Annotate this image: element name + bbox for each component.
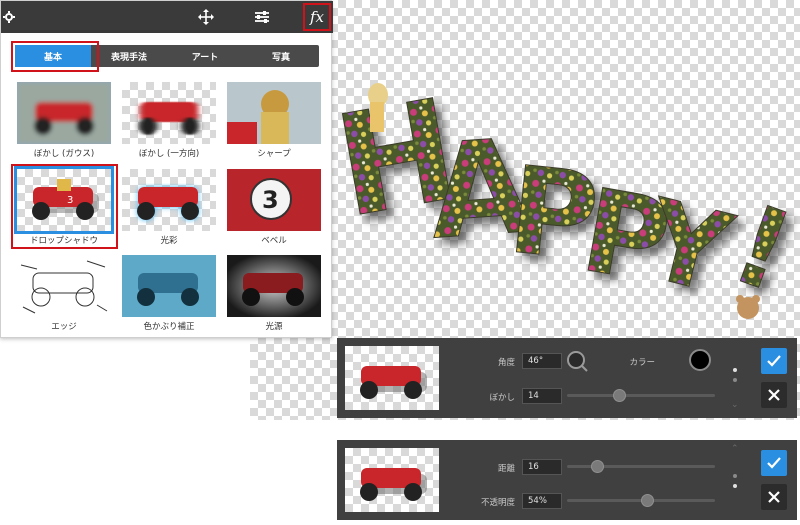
cancel-button[interactable] [761,484,787,510]
effects-panel: fx 基本 表現手法 アート 写真 ぼかし (ガウス) ぼかし (一方向) シャ… [0,0,333,338]
drop-shadow-preview [345,448,439,512]
tab-highlight-frame [11,41,99,72]
effect-thumb-sharpen[interactable] [227,82,321,144]
confirm-button[interactable] [761,348,787,374]
chevron-down-icon[interactable]: ⌄ [731,400,739,410]
chevron-up-icon[interactable]: ⌃ [731,444,739,454]
angle-dial-icon[interactable] [565,349,589,376]
effect-thumb-color-cast[interactable] [122,255,216,317]
move-icon[interactable] [193,5,219,29]
effect-thumb-glow[interactable] [122,169,216,231]
distance-value[interactable]: 16 [522,459,562,475]
blur-value[interactable]: 14 [522,388,562,404]
figurine-bear [736,295,760,319]
effect-label: ぼかし (ガウス) [33,149,95,159]
page-dot-1 [733,474,737,478]
effect-thumb-gaussian-blur[interactable] [17,82,111,144]
gear-icon[interactable] [1,5,17,29]
opacity-slider-knob[interactable] [640,494,654,507]
color-label: カラー [629,358,655,368]
effect-label: エッジ [51,322,77,332]
angle-value[interactable]: 46° [522,353,562,369]
effect-label: シャープ [257,149,291,159]
cancel-button[interactable] [761,382,787,408]
page-dot-2 [733,378,737,382]
top-toolbar: fx [1,1,333,33]
drop-shadow-settings-panel-1: 角度 46° カラー ぼかし 14 ⌄ [337,338,797,418]
effect-thumb-bevel[interactable]: 3 [227,169,321,231]
opacity-label: 不透明度 [480,498,515,508]
tab-art[interactable]: アート [167,45,243,67]
selected-effect-highlight-frame [11,164,118,249]
drop-shadow-preview [345,346,439,410]
effect-thumb-edge[interactable] [17,255,111,317]
page-dot-1 [733,368,737,372]
page-dot-2 [733,484,737,488]
shadow-color-swatch[interactable] [689,349,711,371]
blur-slider-knob[interactable] [612,389,626,402]
effect-thumb-light-source[interactable] [227,255,321,317]
effect-label: 色かぶり補正 [143,322,195,332]
distance-slider[interactable] [567,465,715,468]
effect-label: 光源 [265,322,283,332]
effect-label: ぼかし (一方向) [138,149,200,159]
blur-slider[interactable] [567,394,715,397]
happy-artwork: H A P P Y ! [330,70,800,319]
confirm-button[interactable] [761,450,787,476]
svg-text:3: 3 [262,186,279,214]
tab-photo[interactable]: 写真 [243,45,319,67]
fx-effects-button[interactable]: fx [303,3,331,31]
distance-slider-knob[interactable] [590,460,604,473]
blur-label: ぼかし [489,393,515,403]
distance-label: 距離 [497,464,515,474]
effect-thumb-motion-blur[interactable] [122,82,216,144]
drop-shadow-settings-panel-2: 距離 16 不透明度 54% ⌃ [337,440,797,520]
effect-label: ベベル [261,236,287,246]
tab-expression[interactable]: 表現手法 [91,45,167,67]
adjust-sliders-icon[interactable] [249,5,275,29]
opacity-value[interactable]: 54% [522,493,562,509]
angle-label: 角度 [497,358,515,368]
effect-label: 光彩 [160,236,178,246]
